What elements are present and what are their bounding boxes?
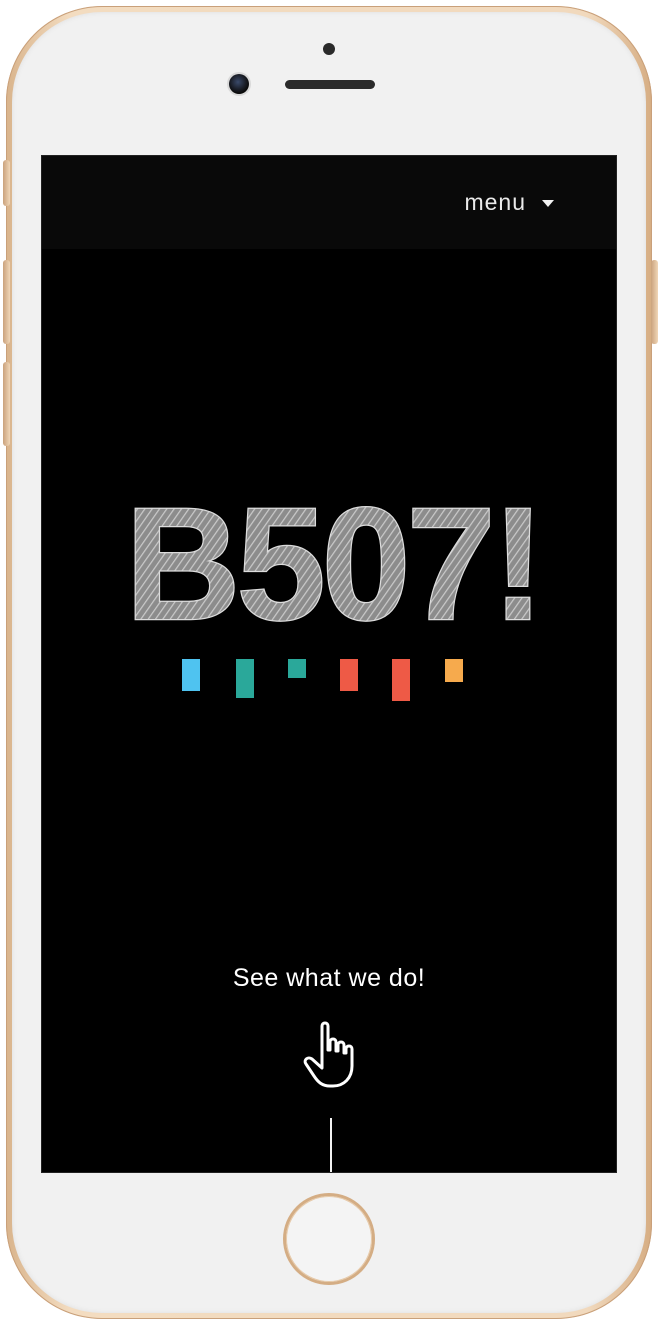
screen: menu B507! See what we do! (41, 155, 617, 1173)
home-button[interactable] (286, 1196, 372, 1282)
logo: B507! (124, 491, 546, 641)
proximity-sensor (323, 43, 335, 55)
phone-side-button (3, 160, 10, 206)
phone-volume-down-button (3, 362, 10, 446)
caret-down-icon (542, 200, 554, 207)
logo-text: B507! (125, 491, 541, 641)
top-bar: menu (42, 156, 616, 249)
phone-volume-up-button (3, 260, 10, 344)
logo-bar-3 (288, 659, 306, 678)
menu-button[interactable]: menu (464, 189, 554, 216)
phone-power-button (651, 260, 658, 344)
see-what-we-do-link[interactable]: See what we do! (42, 964, 616, 993)
logo-bar-2 (236, 659, 254, 698)
scroll-indicator-line (330, 1118, 332, 1172)
front-camera (229, 74, 249, 94)
logo-bar-6 (445, 659, 463, 682)
logo-bar-1 (182, 659, 200, 691)
menu-label: menu (464, 189, 526, 215)
logo-bar-5 (392, 659, 410, 701)
hand-pointer-icon[interactable] (300, 1020, 360, 1090)
logo-bar-4 (340, 659, 358, 691)
earpiece-speaker (285, 80, 375, 89)
